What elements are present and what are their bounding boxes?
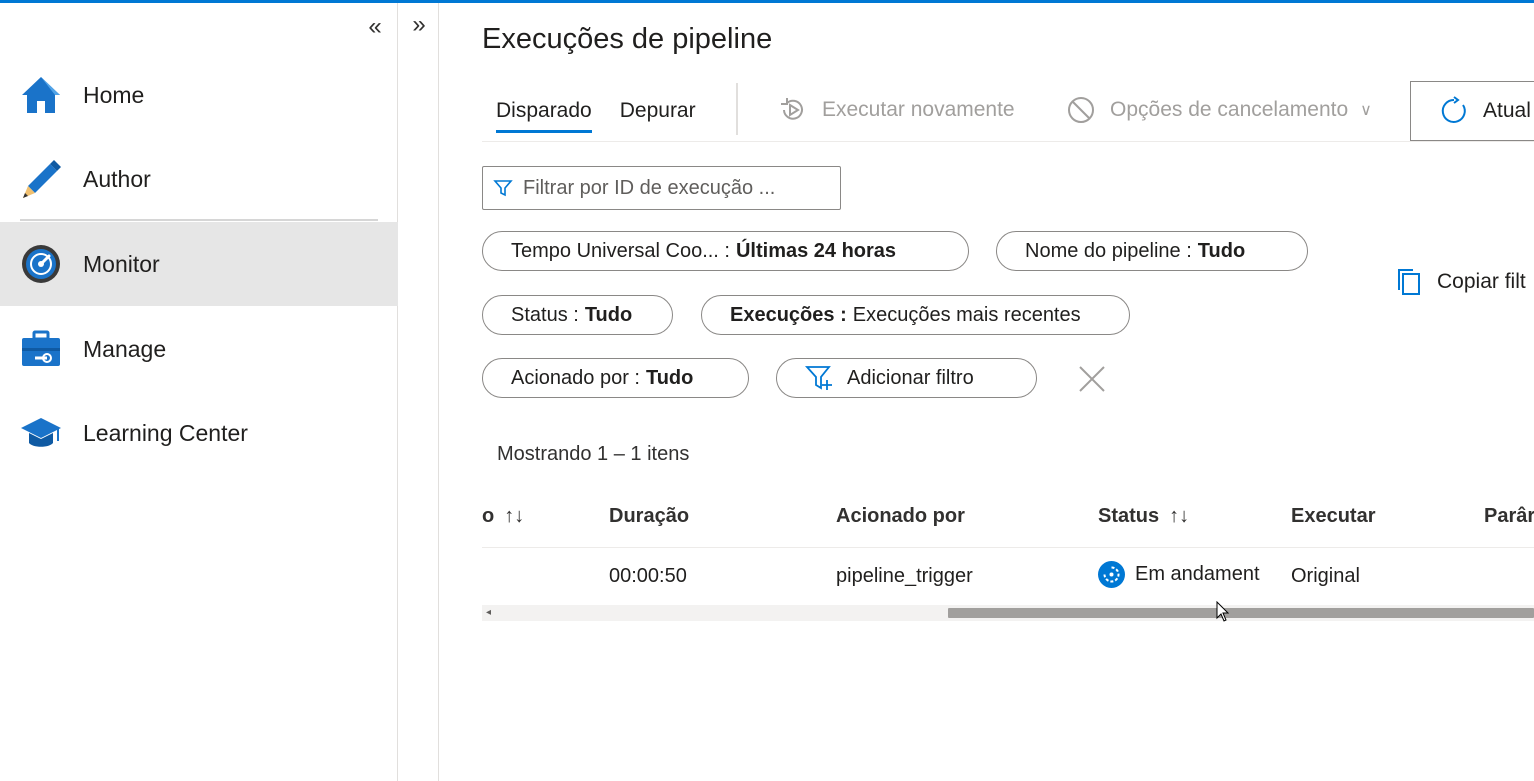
results-count: Mostrando 1 – 1 itens: [497, 443, 690, 465]
run-type-tabs: Disparado Depurar: [496, 99, 724, 133]
copy-filters-button[interactable]: Copiar filt: [1395, 267, 1526, 297]
horizontal-scrollbar[interactable]: ◂: [482, 605, 1534, 621]
runs-filter-pill[interactable]: Execuções : Execuções mais recentes: [701, 295, 1130, 335]
monitor-gauge-icon: [19, 242, 63, 286]
refresh-button[interactable]: Atual: [1410, 81, 1534, 141]
column-label-run: Executar: [1291, 505, 1376, 527]
rerun-button[interactable]: Executar novamente: [778, 95, 1015, 125]
cell-duration: 00:00:50: [609, 565, 687, 587]
pipeline-filter-value: Tudo: [1197, 239, 1246, 262]
nav-label-learning-center: Learning Center: [83, 419, 248, 446]
secondary-nav-strip: »: [399, 3, 439, 781]
clear-filters-button[interactable]: [1074, 361, 1110, 397]
cancel-options-button[interactable]: Opções de cancelamento ∨: [1066, 95, 1372, 125]
rerun-icon: [781, 98, 803, 120]
status-filter-key: Status :: [511, 303, 579, 326]
tab-depurar[interactable]: Depurar: [620, 99, 696, 133]
rerun-label: Executar novamente: [822, 98, 1015, 121]
sort-icon[interactable]: ↑↓: [1169, 505, 1189, 528]
runs-filter-value: Execuções mais recentes: [852, 303, 1081, 326]
nav-item-monitor[interactable]: Monitor: [0, 222, 398, 306]
refresh-label: Atual: [1483, 99, 1531, 122]
home-icon: [19, 73, 63, 117]
column-header-duration[interactable]: Duração: [609, 505, 689, 528]
column-header-run-start[interactable]: o ↑↓: [482, 505, 524, 528]
scrollbar-thumb[interactable]: [948, 608, 1534, 618]
in-progress-icon: [1098, 561, 1125, 588]
triggered-by-filter-pill[interactable]: Acionado por : Tudo: [482, 358, 749, 398]
collapse-sidebar-button[interactable]: «: [360, 13, 390, 43]
column-label-triggered-by: Acionado por: [836, 505, 965, 527]
run-id-filter-input[interactable]: [523, 176, 823, 200]
chevron-down-icon: ∨: [1360, 102, 1372, 119]
toolbox-icon: [19, 327, 63, 371]
tab-disparado[interactable]: Disparado: [496, 99, 592, 133]
time-filter-pill[interactable]: Tempo Universal Coo... : Últimas 24 hora…: [482, 231, 969, 271]
copy-filters-label: Copiar filt: [1437, 270, 1526, 293]
column-header-parameters[interactable]: Parâr: [1484, 505, 1534, 528]
column-header-run[interactable]: Executar: [1291, 505, 1376, 528]
filter-icon: [493, 180, 513, 197]
graduation-cap-icon: [19, 411, 63, 455]
nav-divider: [20, 219, 378, 221]
triggered-filter-value: Tudo: [645, 366, 694, 389]
nav-item-manage[interactable]: Manage: [0, 307, 398, 391]
close-icon: [1079, 366, 1105, 392]
toolbar-separator: [736, 83, 738, 135]
column-label-status: Status: [1098, 505, 1160, 527]
table-header-divider: [482, 547, 1534, 548]
add-filter-icon: [805, 366, 832, 390]
status-filter-value: Tudo: [584, 303, 633, 326]
column-label-parameters: Parâr: [1484, 505, 1534, 527]
runs-filter-key: Execuções :: [730, 303, 847, 326]
nav-label-home: Home: [83, 81, 145, 108]
time-filter-value: Últimas 24 horas: [735, 239, 897, 262]
nav-item-learning-center[interactable]: Learning Center: [0, 391, 398, 475]
sort-icon[interactable]: ↑↓: [504, 505, 524, 528]
nav-item-author[interactable]: Author: [0, 137, 398, 221]
cell-status: Em andament: [1098, 561, 1260, 588]
expand-panel-button[interactable]: »: [404, 11, 434, 41]
scroll-left-icon[interactable]: ◂: [486, 607, 491, 618]
page-title: Execuções de pipeline: [482, 23, 773, 55]
cancel-options-label: Opções de cancelamento: [1110, 98, 1349, 121]
cell-triggered-by[interactable]: pipeline_trigger: [836, 565, 973, 588]
main-content: Execuções de pipeline Disparado Depurar …: [440, 3, 1534, 781]
nav-item-home[interactable]: Home: [0, 53, 398, 137]
column-label-duration: Duração: [609, 505, 690, 527]
run-id-filter[interactable]: [482, 166, 841, 210]
pipeline-name-filter-pill[interactable]: Nome do pipeline : Tudo: [996, 231, 1308, 271]
status-filter-pill[interactable]: Status : Tudo: [482, 295, 673, 335]
triggered-filter-key: Acionado por :: [511, 366, 640, 389]
refresh-icon: [1441, 96, 1466, 123]
cell-run: Original: [1291, 565, 1360, 587]
column-label-run-start: o: [482, 505, 495, 527]
sidebar: « Home Author Monitor Manage Learning Ce…: [0, 3, 398, 781]
column-header-triggered-by[interactable]: Acionado por: [836, 505, 965, 528]
add-filter-button[interactable]: Adicionar filtro: [776, 358, 1037, 398]
column-header-status[interactable]: Status ↑↓: [1098, 505, 1189, 528]
mouse-cursor-icon: [1216, 601, 1230, 622]
nav-label-author: Author: [83, 165, 151, 192]
nav-label-monitor: Monitor: [83, 250, 160, 277]
time-filter-key: Tempo Universal Coo... :: [511, 239, 730, 262]
nav-label-manage: Manage: [83, 335, 167, 362]
tabs-divider: [482, 141, 1534, 142]
cancel-icon: [1068, 97, 1094, 123]
pencil-icon: [19, 157, 63, 201]
copy-icon: [1398, 269, 1420, 295]
pipeline-filter-key: Nome do pipeline :: [1025, 239, 1192, 262]
add-filter-label: Adicionar filtro: [847, 366, 974, 389]
status-text: Em andament: [1135, 563, 1260, 585]
